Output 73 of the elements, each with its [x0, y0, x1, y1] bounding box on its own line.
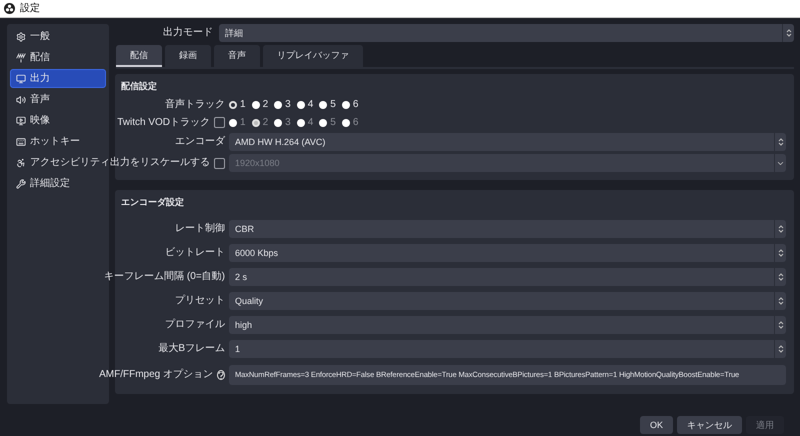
wrench-icon: [16, 178, 26, 188]
radio-button[interactable]: [229, 100, 237, 108]
tab[interactable]: 配信: [116, 45, 162, 67]
section-title: エンコーダ設定: [121, 196, 185, 208]
field-label: Twitch VODトラック: [117, 116, 210, 128]
field-label: キーフレーム間隔 (0=自動): [104, 271, 225, 283]
radio-label: 3: [285, 98, 291, 110]
radio-button[interactable]: [342, 100, 350, 108]
sidebar-item[interactable]: 音声: [10, 90, 106, 109]
spinner-arrows-icon[interactable]: [778, 137, 784, 147]
screen-icon: [16, 116, 26, 126]
keyboard-icon: [16, 136, 26, 146]
spinner-arrows-icon[interactable]: [778, 320, 784, 330]
field-label: プリセット: [175, 295, 225, 307]
dropdown-field[interactable]: high: [229, 316, 786, 334]
field-label: 出力モード: [163, 27, 213, 39]
field-label: プロファイル: [165, 319, 225, 331]
sidebar-item[interactable]: 出力: [10, 69, 106, 88]
radio-label: 2: [262, 98, 268, 110]
sidebar-item[interactable]: 映像: [10, 111, 106, 130]
tab[interactable]: 録画: [165, 45, 211, 67]
accessibility-icon: [16, 158, 26, 168]
spin-field[interactable]: 1: [229, 340, 786, 358]
field-label: レート制御: [175, 223, 225, 235]
radio-label: 1: [240, 116, 246, 128]
dropdown-field[interactable]: AMD HW H.264 (AVC): [229, 133, 786, 151]
field-label: 出力をリスケールする: [110, 157, 210, 169]
dropdown-field[interactable]: CBR: [229, 220, 786, 238]
radio-label: 5: [330, 116, 336, 128]
radio-label: 5: [330, 98, 336, 110]
spinner-arrows-icon[interactable]: [786, 28, 792, 38]
dropdown-field[interactable]: Quality: [229, 292, 786, 310]
spinner-arrows-icon[interactable]: [778, 272, 784, 282]
radio-label: 4: [308, 116, 314, 128]
field-label: 音声トラック: [165, 98, 225, 110]
sidebar-item[interactable]: ホットキー: [10, 132, 106, 151]
radio-label: 1: [240, 98, 246, 110]
spinner-arrows-icon[interactable]: [778, 296, 784, 306]
sidebar-item[interactable]: アクセシビリティ: [10, 153, 106, 172]
spinner-arrows-icon[interactable]: [778, 248, 784, 258]
dropdown-field[interactable]: 詳細: [219, 24, 794, 42]
field-label: AMF/FFmpeg オプション: [99, 369, 213, 381]
radio-label: 6: [352, 116, 358, 128]
sidebar-item[interactable]: 一般: [10, 27, 106, 46]
section-title: 配信設定: [121, 80, 158, 92]
radio-button[interactable]: [252, 100, 260, 108]
radio-button[interactable]: [274, 100, 282, 108]
speaker-icon: [16, 94, 26, 104]
radio-label: 6: [352, 98, 358, 110]
radio-label: 3: [285, 116, 291, 128]
spinner-arrows-icon[interactable]: [778, 344, 784, 354]
radio-label: 2: [262, 116, 268, 128]
sidebar-item[interactable]: 配信: [10, 48, 106, 67]
sidebar-item[interactable]: 詳細設定: [10, 174, 106, 193]
tab[interactable]: 音声: [214, 45, 260, 67]
spin-field[interactable]: 2 s: [229, 268, 786, 286]
dialog-button[interactable]: キャンセル: [677, 416, 742, 434]
field-label: 最大Bフレーム: [158, 343, 225, 355]
antenna-icon: [16, 52, 26, 62]
spinner-arrows-icon[interactable]: [778, 224, 784, 234]
spin-field[interactable]: 6000 Kbps: [229, 244, 786, 262]
app-logo-icon: [4, 3, 15, 14]
window-title: 設定: [20, 2, 40, 14]
radio-button[interactable]: [319, 100, 328, 108]
radio-label: 4: [308, 98, 314, 110]
field-label: ビットレート: [165, 247, 225, 259]
radio-button[interactable]: [296, 100, 305, 108]
monitor-icon: [16, 74, 26, 84]
gear-icon: [16, 32, 26, 42]
help-icon[interactable]: [217, 370, 225, 380]
dialog-button[interactable]: OK: [640, 416, 673, 434]
field-label: エンコーダ: [175, 136, 225, 148]
tab[interactable]: リプレイバッファ: [263, 45, 363, 67]
